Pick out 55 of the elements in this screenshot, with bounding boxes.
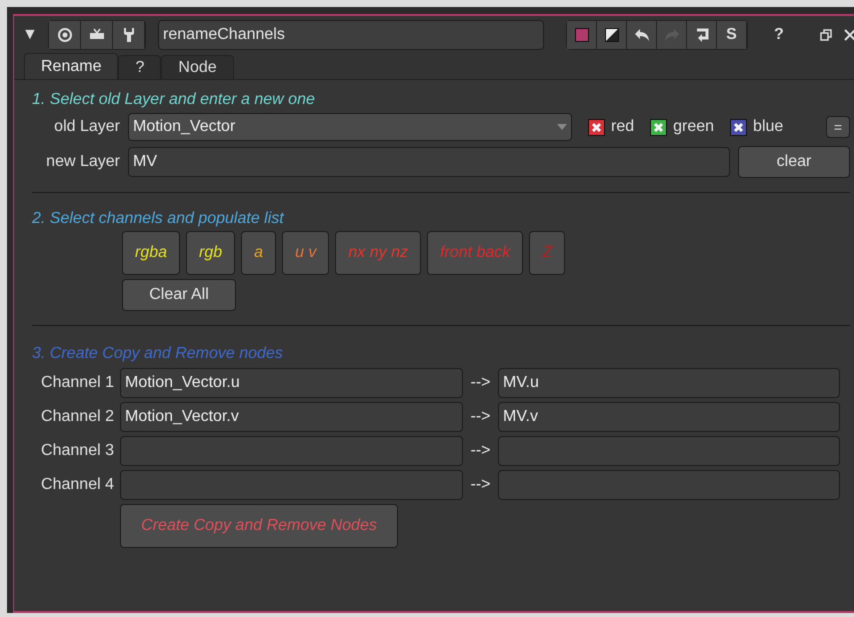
field-label: Channel 2 — [40, 406, 115, 426]
cross-icon — [653, 122, 664, 132]
collapse-arrow[interactable]: ▼ — [22, 23, 40, 47]
node-name-field[interactable]: renameChannels — [158, 20, 544, 50]
color-button[interactable] — [597, 21, 627, 49]
section-title: 2. Select channels and populate list — [32, 209, 286, 229]
dropdown-caret-icon — [557, 124, 567, 130]
arrow-label: --> — [470, 372, 492, 392]
help-button[interactable]: ? — [774, 23, 784, 47]
channel-button[interactable]: rgb — [186, 231, 236, 275]
clear-button[interactable]: clear — [738, 146, 850, 178]
revert-button[interactable] — [687, 21, 717, 49]
tab[interactable]: Node — [161, 55, 234, 79]
channel-to-field[interactable]: MV.u — [498, 368, 840, 398]
target-button[interactable] — [49, 21, 81, 49]
arrow-label: --> — [470, 440, 492, 460]
channel-button[interactable]: a — [241, 231, 276, 275]
close-icon[interactable] — [844, 29, 854, 41]
channel-to-field[interactable] — [498, 436, 840, 466]
channel-to-field[interactable]: MV.v — [498, 402, 840, 432]
cross-icon — [591, 122, 602, 132]
equals-button[interactable]: = — [826, 116, 850, 138]
undo-button[interactable] — [627, 21, 657, 49]
section-title: 1. Select old Layer and enter a new one — [32, 90, 316, 110]
clear-all-button[interactable]: Clear All — [122, 279, 236, 311]
channel-checkbox[interactable]: blue — [730, 115, 784, 139]
arrow-label: --> — [470, 406, 492, 426]
field-label: Channel 4 — [40, 474, 115, 494]
channel-from-field[interactable] — [120, 470, 463, 500]
field-label: Channel 1 — [40, 372, 115, 392]
cross-icon — [733, 122, 744, 132]
tv-button[interactable] — [81, 21, 113, 49]
new-layer-field[interactable]: MV — [128, 147, 730, 177]
target-icon — [56, 27, 72, 43]
s-button[interactable]: S — [717, 21, 747, 49]
field-label: old Layer — [53, 117, 120, 137]
channel-button[interactable]: rgba — [122, 231, 180, 275]
half-square-icon — [604, 28, 618, 42]
wrench-button[interactable] — [113, 21, 145, 49]
channel-to-field[interactable] — [498, 470, 840, 500]
channel-from-field[interactable]: Motion_Vector.u — [120, 368, 463, 398]
channel-checkbox[interactable]: green — [650, 115, 714, 139]
layer-dropdown[interactable]: Motion_Vector — [128, 113, 572, 141]
channel-checkbox[interactable]: red — [588, 115, 634, 139]
channel-from-field[interactable] — [120, 436, 463, 466]
field-label: Channel 3 — [40, 440, 115, 460]
section-title: 3. Create Copy and Remove nodes — [32, 344, 284, 364]
tab[interactable]: Rename — [24, 53, 118, 79]
tab[interactable]: ? — [118, 55, 162, 79]
channel-from-field[interactable]: Motion_Vector.v — [120, 402, 463, 432]
color-swatch-button[interactable] — [567, 21, 597, 49]
swatch-icon — [574, 28, 588, 42]
arrow-label: --> — [470, 474, 492, 494]
field-label: new Layer — [45, 152, 120, 172]
float-window-icon[interactable] — [820, 29, 832, 41]
